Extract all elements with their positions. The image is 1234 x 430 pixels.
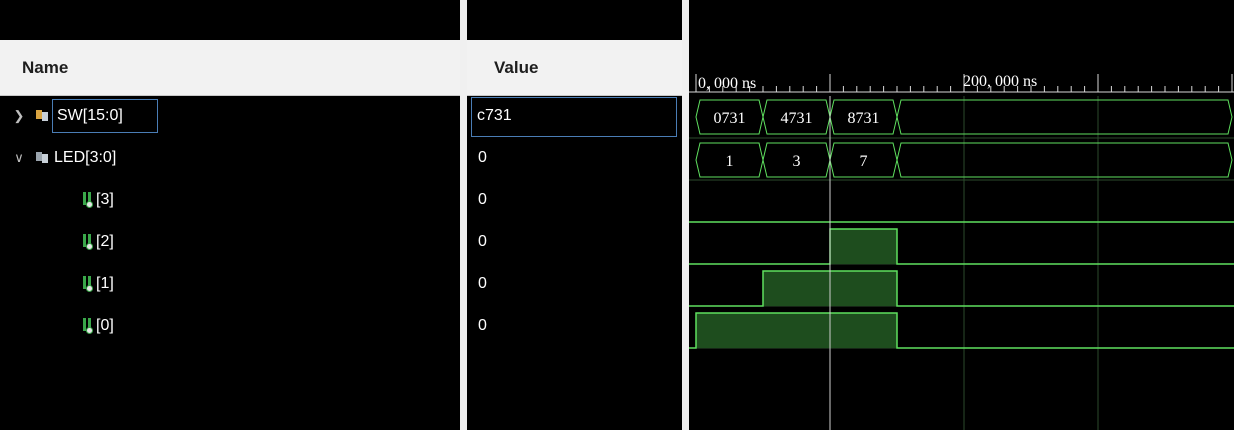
time-label-200ns: 200, 000 ns [963, 73, 1037, 90]
pane-splitter[interactable] [460, 0, 467, 430]
led-bus-segment [896, 142, 1233, 178]
signal-row-led[interactable]: ∨ LED[3:0] [0, 138, 460, 180]
bus-signal-icon [36, 152, 50, 164]
signal-name-led-1: [1] [96, 275, 114, 292]
signal-row-led-2[interactable]: [2] [0, 222, 460, 264]
signal-name-led-0: [0] [96, 317, 114, 334]
bit-signal-icon [82, 276, 94, 293]
time-ruler [689, 74, 1234, 93]
value-column-pane: Value c731 0 0 0 0 0 [467, 0, 682, 430]
signal-row-led-3[interactable]: [3] [0, 180, 460, 222]
signal-row-led-1[interactable]: [1] [0, 264, 460, 306]
bit-signal-icon [82, 234, 94, 251]
signal-value-led-1: 0 [478, 275, 487, 292]
signal-name-sw: SW[15:0] [57, 107, 123, 124]
signal-value-led-2: 0 [478, 233, 487, 250]
sw-bus-segment-label: 8731 [848, 110, 880, 127]
value-column-title: Value [494, 58, 539, 77]
value-column-header[interactable]: Value [467, 40, 682, 96]
signal-name-led-3: [3] [96, 191, 114, 208]
value-row-led-2[interactable]: 0 [467, 222, 682, 264]
signal-name-led: LED[3:0] [54, 149, 117, 166]
signal-value-led: 0 [478, 149, 487, 166]
signal-row-led-0[interactable]: [0] [0, 306, 460, 348]
sw-bus-segment-label: 4731 [781, 110, 813, 127]
value-row-led[interactable]: 0 [467, 138, 682, 180]
bit-signal-icon [82, 318, 94, 335]
bit-waveforms [689, 221, 1234, 349]
value-row-led-3[interactable]: 0 [467, 180, 682, 222]
bit-high-fill [696, 313, 897, 348]
signal-value-led-0: 0 [478, 317, 487, 334]
chevron-right-icon[interactable]: ❯ [12, 108, 26, 124]
led-bus-segment-label: 1 [726, 153, 734, 170]
bit-waveform [689, 228, 1234, 265]
bit-signal-icon [82, 192, 94, 209]
chevron-down-icon[interactable]: ∨ [12, 150, 26, 166]
value-row-sw[interactable]: c731 [467, 96, 682, 138]
bus-signal-icon [36, 110, 50, 122]
name-column-pane: Name ❯ SW[15:0] ∨ LED[3:0] [3] [2] [1] [… [0, 0, 460, 430]
bit-high-fill [830, 229, 897, 264]
waveform-pane[interactable]: 0, 000 ns 200, 000 ns 0731 4731 8731 1 3 7 [689, 0, 1234, 430]
sw-bus-segment [896, 99, 1233, 135]
sw-bus-segment-label: 0731 [714, 110, 746, 127]
signal-row-sw[interactable]: ❯ SW[15:0] [0, 96, 460, 138]
waveform-canvas[interactable]: 0, 000 ns 200, 000 ns 0731 4731 8731 1 3 7 [689, 0, 1234, 430]
signal-value-sw: c731 [477, 107, 512, 124]
timeline-grid [689, 96, 1234, 430]
signal-value-led-3: 0 [478, 191, 487, 208]
time-label-0ns: 0, 000 ns [698, 75, 756, 92]
led-bus-segment-label: 7 [860, 153, 868, 170]
value-row-led-0[interactable]: 0 [467, 306, 682, 348]
pane-splitter[interactable] [682, 0, 689, 430]
led-bus-segment-label: 3 [793, 153, 801, 170]
name-column-title: Name [22, 58, 69, 77]
signal-name-led-2: [2] [96, 233, 114, 250]
value-row-led-1[interactable]: 0 [467, 264, 682, 306]
name-column-header[interactable]: Name [0, 40, 460, 96]
